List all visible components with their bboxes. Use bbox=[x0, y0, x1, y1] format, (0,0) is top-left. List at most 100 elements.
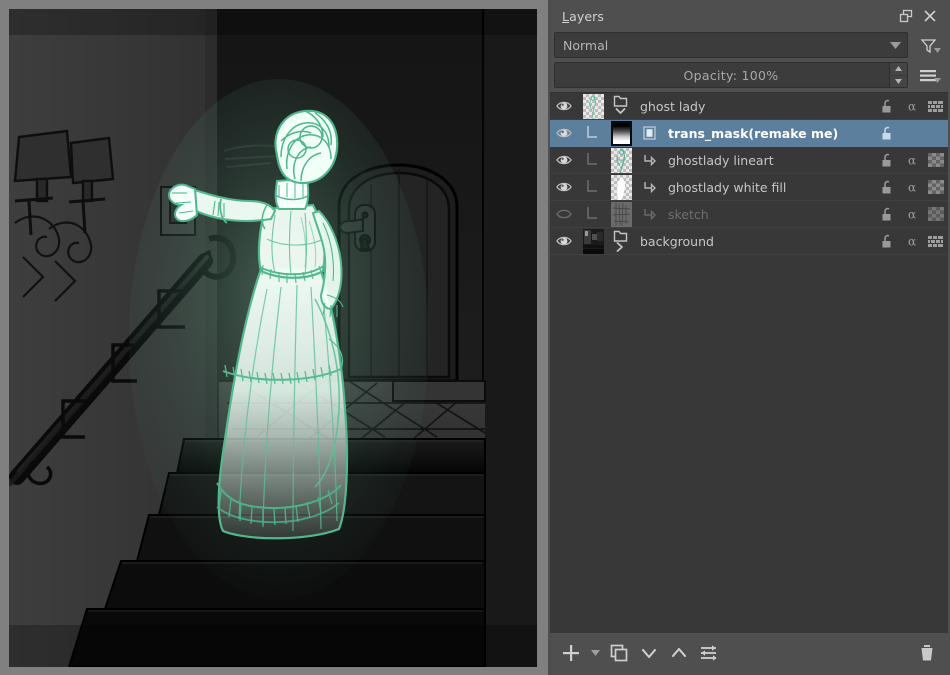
layer-thumbnail bbox=[611, 148, 632, 173]
layer-properties-button[interactable] bbox=[694, 638, 724, 668]
layer-name-cell[interactable]: ghostlady white fill bbox=[662, 180, 876, 195]
move-layer-up-button[interactable] bbox=[664, 638, 694, 668]
chevron-down-icon[interactable] bbox=[883, 42, 907, 49]
layer-visibility-eye-off-icon[interactable] bbox=[550, 207, 578, 221]
layer-visibility-eye-icon[interactable] bbox=[550, 234, 578, 248]
layer-row[interactable]: ghostlady white fill α bbox=[550, 174, 948, 201]
canvas-area[interactable] bbox=[0, 0, 548, 675]
checker-icon[interactable] bbox=[924, 207, 948, 221]
layers-toolbar bbox=[550, 633, 948, 673]
layer-visibility-eye-icon[interactable] bbox=[550, 99, 578, 113]
inherit-alpha-icon bbox=[636, 153, 662, 167]
layer-name: trans_mask(remake me) bbox=[668, 126, 838, 141]
spin-down-icon[interactable] bbox=[890, 76, 907, 88]
spin-up-icon[interactable] bbox=[890, 63, 907, 76]
chevron-down-small-icon[interactable] bbox=[934, 42, 941, 56]
docker-title-rest: ayers bbox=[569, 9, 604, 24]
child-indent-icon bbox=[578, 178, 606, 196]
layer-name-cell[interactable]: ghost lady bbox=[634, 99, 876, 114]
alpha-inherit-icon[interactable] bbox=[924, 100, 948, 113]
lock-open-icon[interactable] bbox=[876, 126, 900, 141]
lock-open-icon[interactable] bbox=[876, 207, 900, 222]
canvas-viewport[interactable] bbox=[9, 9, 537, 667]
folder-icon[interactable] bbox=[608, 229, 634, 253]
layer-name: ghost lady bbox=[640, 99, 705, 114]
alpha-icon[interactable]: α bbox=[900, 234, 924, 248]
svg-text:α: α bbox=[908, 181, 916, 195]
inherit-alpha-icon bbox=[636, 180, 662, 194]
layer-thumbnail-cell bbox=[578, 229, 608, 254]
layer-list[interactable]: ghost lady α trans_mask(remake me) ghostlad… bbox=[550, 92, 948, 633]
blend-mode-value: Normal bbox=[555, 38, 883, 53]
lock-open-icon[interactable] bbox=[876, 234, 900, 249]
move-layer-down-button[interactable] bbox=[634, 638, 664, 668]
float-docker-icon[interactable] bbox=[894, 4, 918, 28]
alpha-icon[interactable]: α bbox=[900, 153, 924, 167]
layer-name-cell[interactable]: trans_mask(remake me) bbox=[662, 126, 876, 141]
layer-visibility-eye-icon[interactable] bbox=[550, 126, 578, 140]
layer-name-cell[interactable]: ghostlady lineart bbox=[662, 153, 876, 168]
delete-layer-button[interactable] bbox=[912, 638, 942, 668]
layer-thumbnail bbox=[611, 175, 632, 200]
svg-text:α: α bbox=[908, 100, 916, 114]
layer-thumbnail bbox=[611, 202, 632, 227]
layer-thumbnail-mask bbox=[611, 121, 632, 146]
layer-thumbnail bbox=[583, 94, 604, 119]
layer-row[interactable]: ghost lady α bbox=[550, 93, 948, 120]
child-indent-icon bbox=[578, 151, 606, 169]
blend-mode-row: Normal bbox=[550, 30, 948, 60]
docker-titlebar: Layers bbox=[550, 2, 948, 30]
alpha-icon[interactable]: α bbox=[900, 180, 924, 194]
svg-text:α: α bbox=[908, 235, 916, 249]
duplicate-layer-button[interactable] bbox=[604, 638, 634, 668]
layer-row[interactable]: trans_mask(remake me) bbox=[550, 120, 948, 147]
child-indent-icon bbox=[578, 124, 606, 142]
svg-text:α: α bbox=[908, 154, 916, 168]
layer-thumbnail-cell bbox=[606, 121, 636, 146]
checker-icon[interactable] bbox=[924, 180, 948, 194]
layer-thumbnail-cell bbox=[606, 148, 636, 173]
opacity-label: Opacity: 100% bbox=[684, 68, 779, 83]
opacity-row: Opacity: 100% bbox=[550, 60, 948, 92]
add-layer-button[interactable] bbox=[556, 638, 586, 668]
alpha-icon[interactable]: α bbox=[900, 207, 924, 221]
layer-visibility-eye-icon[interactable] bbox=[550, 153, 578, 167]
layer-thumbnail-image bbox=[583, 229, 604, 254]
inherit-alpha-icon bbox=[636, 207, 662, 221]
layer-row[interactable]: background α bbox=[550, 228, 948, 255]
lock-open-icon[interactable] bbox=[876, 153, 900, 168]
layer-name-cell[interactable]: sketch bbox=[662, 207, 876, 222]
lock-open-icon[interactable] bbox=[876, 180, 900, 195]
krita-layers-window: Layers Normal bbox=[0, 0, 950, 675]
opacity-spinner[interactable] bbox=[889, 63, 907, 87]
lock-open-icon[interactable] bbox=[876, 99, 900, 114]
layer-thumbnail-cell bbox=[606, 175, 636, 200]
opacity-slider[interactable]: Opacity: 100% bbox=[554, 62, 908, 88]
close-icon[interactable] bbox=[918, 4, 942, 28]
layer-name: background bbox=[640, 234, 714, 249]
filter-layers-button[interactable] bbox=[912, 31, 944, 59]
chevron-down-small-icon[interactable] bbox=[934, 72, 941, 86]
layer-row[interactable]: ghostlady lineart α bbox=[550, 147, 948, 174]
alpha-inherit-icon[interactable] bbox=[924, 235, 948, 248]
layer-name-cell[interactable]: background bbox=[634, 234, 876, 249]
layers-docker: Layers Normal bbox=[548, 0, 950, 675]
layer-row[interactable]: sketch α bbox=[550, 201, 948, 228]
layer-visibility-eye-icon[interactable] bbox=[550, 180, 578, 194]
blend-mode-combobox[interactable]: Normal bbox=[554, 32, 908, 58]
layer-thumbnail-cell bbox=[578, 94, 608, 119]
layer-name: ghostlady white fill bbox=[668, 180, 786, 195]
docker-title: Layers bbox=[562, 9, 894, 24]
folder-icon[interactable] bbox=[608, 94, 634, 118]
docker-menu-button[interactable] bbox=[912, 61, 944, 89]
layer-thumbnail-cell bbox=[606, 202, 636, 227]
layer-name: ghostlady lineart bbox=[668, 153, 774, 168]
alpha-icon[interactable]: α bbox=[900, 99, 924, 113]
add-layer-dropdown-icon[interactable] bbox=[586, 638, 604, 668]
svg-text:α: α bbox=[908, 208, 916, 222]
artwork-image bbox=[9, 9, 537, 667]
checker-icon[interactable] bbox=[924, 153, 948, 167]
child-indent-icon bbox=[578, 205, 606, 223]
layer-name: sketch bbox=[668, 207, 709, 222]
transparency-mask-icon bbox=[636, 126, 662, 140]
